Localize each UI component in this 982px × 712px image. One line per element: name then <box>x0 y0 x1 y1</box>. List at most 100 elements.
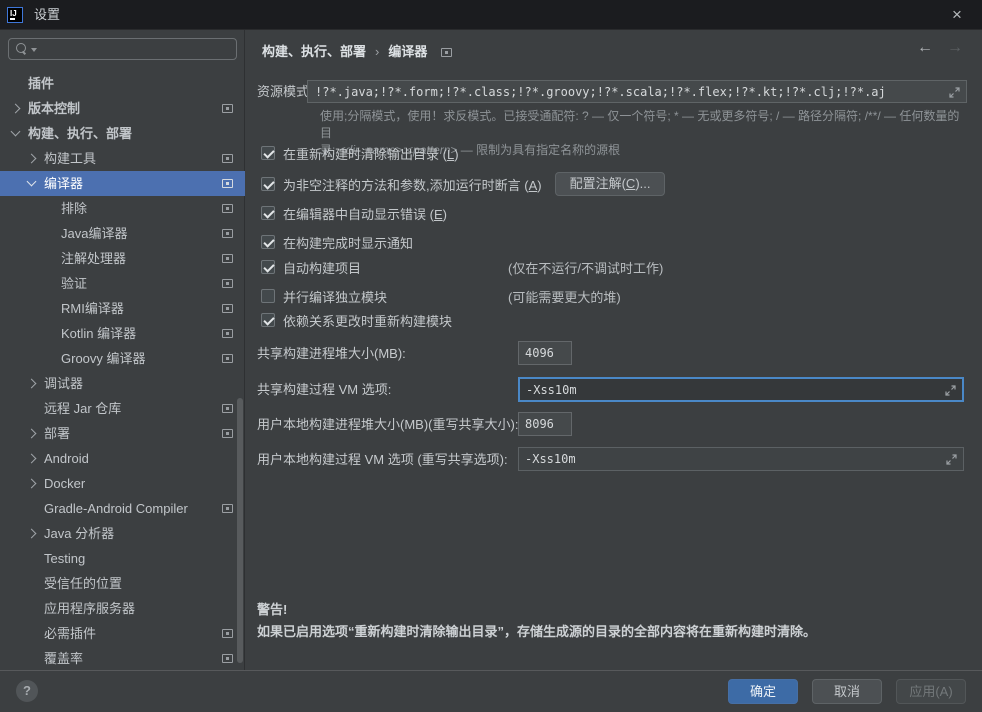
tree-item[interactable]: 应用程序服务器 <box>0 596 245 621</box>
chevron-right-icon[interactable] <box>27 379 37 389</box>
tree-item[interactable]: Docker <box>0 471 245 496</box>
field-box <box>518 412 572 436</box>
tree-item-label: 调试器 <box>44 371 83 396</box>
tree-item[interactable]: Java编译器 <box>0 221 245 246</box>
breadcrumb-section[interactable]: 构建、执行、部署 <box>262 44 366 59</box>
resource-patterns-label: 资源模式: <box>257 84 313 100</box>
checkbox-label: 在编辑器中自动显示错误 (E) <box>283 204 447 223</box>
search-options-arrow-icon[interactable] <box>31 48 37 52</box>
checkbox[interactable] <box>261 206 275 220</box>
field-input[interactable] <box>519 413 571 435</box>
chevron-down-icon[interactable] <box>27 177 37 187</box>
field-label: 用户本地构建进程堆大小(MB)(重写共享大小): <box>257 412 518 437</box>
dialog-footer: ? 确定 取消 应用(A) <box>0 670 982 712</box>
tree-item[interactable]: 插件 <box>0 71 245 96</box>
chevron-right-icon[interactable] <box>27 479 37 489</box>
tree-item[interactable]: Java 分析器 <box>0 521 245 546</box>
back-arrow-icon[interactable]: ← <box>917 39 933 56</box>
tree-item[interactable]: 构建、执行、部署 <box>0 121 245 146</box>
field-label: 用户本地构建过程 VM 选项 (重写共享选项): <box>257 447 508 472</box>
tree-item[interactable]: 调试器 <box>0 371 245 396</box>
help-button[interactable]: ? <box>16 680 38 702</box>
chevron-right-icon[interactable] <box>11 104 21 114</box>
warning-body: 如果已启用选项“重新构建时清除输出目录”，存储生成源的目录的全部内容将在重新构建… <box>257 624 816 640</box>
tree-item[interactable]: 构建工具 <box>0 146 245 171</box>
tree-item-label: 构建工具 <box>44 146 96 171</box>
tree-item[interactable]: 版本控制 <box>0 96 245 121</box>
tree-item-label: 编译器 <box>44 171 83 196</box>
screen-icon <box>222 204 233 213</box>
expand-icon[interactable] <box>945 384 956 395</box>
chevron-right-icon[interactable] <box>27 454 37 464</box>
screen-icon <box>222 654 233 663</box>
checkbox[interactable] <box>261 146 275 160</box>
tree-item[interactable]: 注解处理器 <box>0 246 245 271</box>
intellij-logo-icon: IJ <box>7 7 23 23</box>
chevron-right-icon[interactable] <box>27 154 37 164</box>
tree-item[interactable]: 覆盖率 <box>0 646 245 671</box>
search-icon <box>16 43 28 55</box>
tree-item[interactable]: Kotlin 编译器 <box>0 321 245 346</box>
expand-icon[interactable] <box>946 453 957 464</box>
tree-item[interactable]: 远程 Jar 仓库 <box>0 396 245 421</box>
tree-item[interactable]: Groovy 编译器 <box>0 346 245 371</box>
checkbox-label: 依赖关系更改时重新构建模块 <box>283 311 452 330</box>
tree-item[interactable]: 必需插件 <box>0 621 245 646</box>
warning-title: 警告! <box>257 602 816 618</box>
field-box <box>518 447 964 471</box>
tree-item[interactable]: 受信任的位置 <box>0 571 245 596</box>
chevron-right-icon[interactable] <box>27 429 37 439</box>
search-box[interactable] <box>8 38 237 60</box>
checkbox-row: 为非空注释的方法和参数,添加运行时断言 (A)配置注解(C)... <box>261 172 665 196</box>
tree-item-label: Java编译器 <box>61 221 127 246</box>
close-icon[interactable]: × <box>944 2 970 28</box>
field-input[interactable] <box>520 379 962 400</box>
checkbox[interactable] <box>261 260 275 274</box>
resource-patterns-input[interactable] <box>308 81 966 102</box>
screen-icon <box>441 48 452 57</box>
chevron-down-icon[interactable] <box>11 127 21 137</box>
checkbox[interactable] <box>261 235 275 249</box>
sidebar-scrollbar[interactable] <box>237 398 243 663</box>
field-row: 用户本地构建进程堆大小(MB)(重写共享大小): <box>257 412 969 437</box>
screen-icon <box>222 354 233 363</box>
field-row: 用户本地构建过程 VM 选项 (重写共享选项): <box>257 447 969 472</box>
tree-item[interactable]: 验证 <box>0 271 245 296</box>
checkbox[interactable] <box>261 289 275 303</box>
tree-item[interactable]: 部署 <box>0 421 245 446</box>
tree-item[interactable]: Gradle-Android Compiler <box>0 496 245 521</box>
screen-icon <box>222 254 233 263</box>
screen-icon <box>222 154 233 163</box>
checkbox[interactable] <box>261 313 275 327</box>
tree-item-label: 排除 <box>61 196 87 221</box>
checkbox-label: 在重新构建时清除输出目录 (L) <box>283 144 459 163</box>
checkbox-row: 依赖关系更改时重新构建模块 <box>261 308 452 332</box>
expand-icon[interactable] <box>949 86 960 97</box>
field-input[interactable] <box>519 448 963 470</box>
tree-item-label: 构建、执行、部署 <box>28 121 132 146</box>
checkbox-hint: (可能需要更大的堆) <box>508 287 621 306</box>
tree-item[interactable]: 排除 <box>0 196 245 221</box>
tree-item-label: 注解处理器 <box>61 246 126 271</box>
screen-icon <box>222 279 233 288</box>
search-input[interactable] <box>39 40 229 58</box>
chevron-right-icon[interactable] <box>27 529 37 539</box>
tree-item[interactable]: Android <box>0 446 245 471</box>
field-input[interactable] <box>519 342 571 364</box>
tree-item-label: 远程 Jar 仓库 <box>44 396 121 421</box>
screen-icon <box>222 104 233 113</box>
tree-item[interactable]: RMI编译器 <box>0 296 245 321</box>
checkbox[interactable] <box>261 177 275 191</box>
screen-icon <box>222 504 233 513</box>
tree-item-label: Groovy 编译器 <box>61 346 146 371</box>
ok-button[interactable]: 确定 <box>728 679 798 704</box>
cancel-button[interactable]: 取消 <box>812 679 882 704</box>
breadcrumb-separator: › <box>366 44 388 59</box>
tree-item[interactable]: Testing <box>0 546 245 571</box>
checkbox-row: 在构建完成时显示通知 <box>261 230 413 254</box>
tree-item[interactable]: 编译器 <box>0 171 245 196</box>
apply-button: 应用(A) <box>896 679 966 704</box>
tree-item-label: 受信任的位置 <box>44 571 122 596</box>
field-box <box>518 341 572 365</box>
configure-annotations-button[interactable]: 配置注解(C)... <box>555 172 666 196</box>
